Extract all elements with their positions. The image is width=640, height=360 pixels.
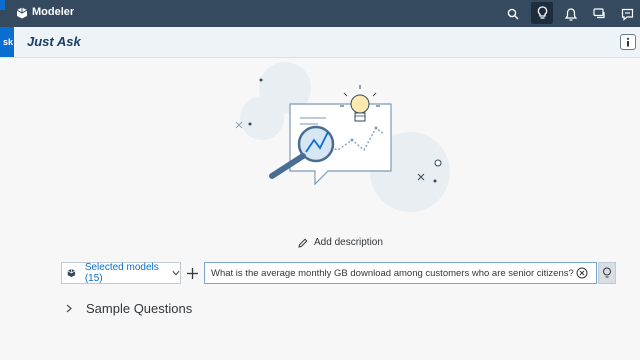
app-title: Modeler bbox=[32, 6, 75, 18]
ask-lightbulb-icon bbox=[603, 267, 611, 278]
ask-button[interactable] bbox=[598, 262, 616, 284]
clear-input-icon[interactable] bbox=[576, 267, 588, 279]
just-ask-lightbulb-icon[interactable] bbox=[531, 2, 553, 24]
sample-questions-label: Sample Questions bbox=[86, 301, 193, 316]
shell-edge-tab bbox=[0, 0, 5, 10]
selected-models-dropdown[interactable]: Selected models (15) bbox=[61, 262, 181, 284]
pencil-icon bbox=[298, 238, 308, 248]
model-cube-icon bbox=[67, 268, 76, 278]
search-icon[interactable] bbox=[503, 4, 523, 24]
page-header: sk Just Ask bbox=[0, 27, 640, 58]
info-button[interactable] bbox=[620, 34, 636, 50]
chat-icon[interactable] bbox=[589, 4, 609, 24]
question-input-text: What is the average monthly GB download … bbox=[211, 267, 574, 279]
chevron-right-icon bbox=[66, 304, 72, 313]
add-description-link[interactable]: Add description bbox=[298, 237, 383, 248]
add-description-label: Add description bbox=[314, 237, 383, 248]
info-icon bbox=[626, 37, 630, 47]
selected-models-label: Selected models (15) bbox=[84, 262, 159, 284]
page-title: Just Ask bbox=[27, 34, 81, 49]
sample-questions-toggle[interactable]: Sample Questions bbox=[66, 301, 192, 316]
add-model-button[interactable] bbox=[182, 262, 202, 284]
modeler-logo-icon bbox=[16, 7, 28, 19]
query-bar: Selected models (15) What is the average… bbox=[61, 262, 616, 284]
chevron-down-icon bbox=[172, 270, 180, 276]
plus-icon bbox=[186, 267, 198, 279]
help-icon[interactable] bbox=[617, 4, 637, 24]
question-input[interactable]: What is the average monthly GB download … bbox=[204, 262, 597, 284]
side-panel-tab[interactable]: sk bbox=[0, 27, 14, 57]
shell-bar: Modeler bbox=[0, 0, 640, 27]
just-ask-illustration bbox=[235, 62, 450, 212]
bell-icon[interactable] bbox=[561, 4, 581, 24]
